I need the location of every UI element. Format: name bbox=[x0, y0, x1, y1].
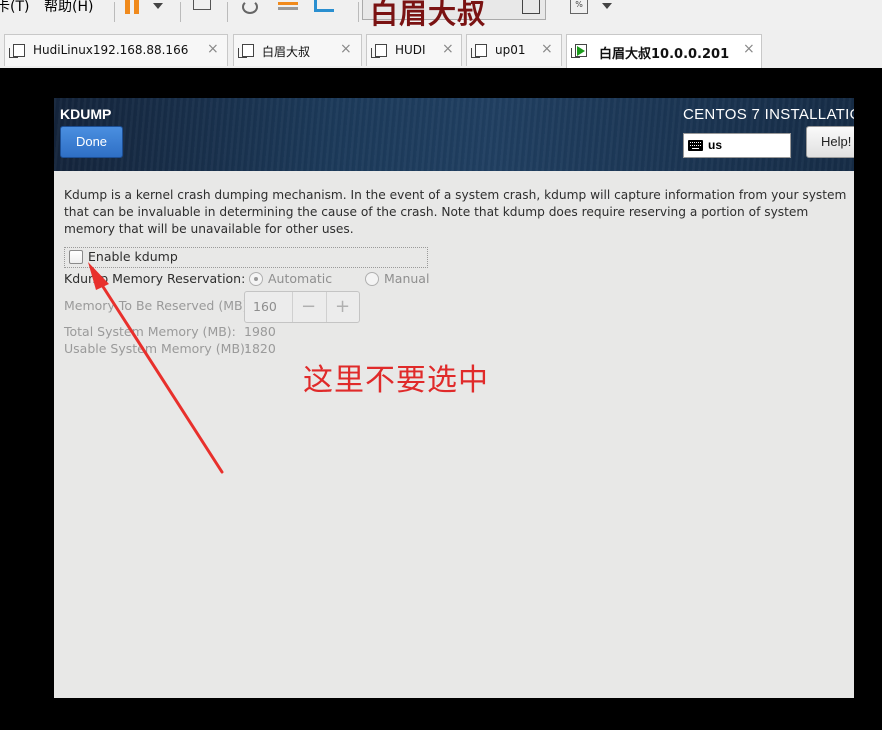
menu-tab[interactable]: 卡(T) bbox=[0, 0, 29, 16]
memory-reserved-value: 160 bbox=[253, 299, 277, 314]
zoom-icon[interactable]: % bbox=[570, 0, 588, 14]
usable-memory-label: Usable System Memory (MB): bbox=[64, 341, 250, 356]
close-icon[interactable]: × bbox=[743, 41, 755, 57]
toolbar-separator bbox=[227, 2, 228, 22]
vm-tab-icon bbox=[238, 44, 254, 58]
toolbar-separator bbox=[358, 2, 359, 22]
keyboard-layout-text: us bbox=[708, 138, 723, 152]
increment-button[interactable]: + bbox=[335, 296, 350, 317]
installer-header: KDUMP Done CENTOS 7 INSTALLATION us Help… bbox=[54, 98, 854, 171]
toolbar-separator bbox=[180, 2, 181, 22]
done-button[interactable]: Done bbox=[60, 126, 123, 158]
radio-automatic[interactable] bbox=[249, 272, 263, 286]
tab-label: up01 bbox=[495, 43, 526, 57]
snapshot-manager-icon[interactable] bbox=[314, 0, 334, 12]
radio-selected-dot bbox=[254, 277, 258, 281]
menu-help[interactable]: 帮助(H) bbox=[44, 0, 93, 16]
total-memory-label: Total System Memory (MB): bbox=[64, 324, 236, 339]
tab-hudilinux[interactable]: HudiLinux192.168.88.166 × bbox=[4, 34, 228, 66]
page-title: KDUMP bbox=[60, 106, 112, 122]
vm-tab-icon bbox=[9, 44, 25, 58]
tab-label: 白眉大叔 bbox=[262, 45, 311, 59]
usable-memory-value: 1820 bbox=[244, 341, 276, 356]
revert-snapshot-icon[interactable] bbox=[278, 2, 298, 10]
memory-reservation-label: Kdump Memory Reservation: bbox=[64, 271, 246, 286]
memory-reserved-label: Memory To Be Reserved (MB): bbox=[64, 298, 252, 313]
watermark: 白眉大叔 bbox=[370, 0, 487, 30]
chevron-down-icon[interactable] bbox=[153, 3, 163, 9]
enable-kdump-row[interactable]: Enable kdump bbox=[64, 247, 428, 268]
keyboard-layout-indicator[interactable]: us bbox=[683, 133, 791, 158]
tab-label: HUDI bbox=[395, 43, 426, 57]
radio-automatic-label: Automatic bbox=[268, 271, 333, 286]
play-icon bbox=[577, 46, 585, 56]
close-icon[interactable]: × bbox=[340, 41, 352, 57]
product-title: CENTOS 7 INSTALLATION bbox=[683, 106, 854, 123]
tab-up01[interactable]: up01 × bbox=[466, 34, 562, 66]
annotation-text: 这里不要选中 bbox=[303, 363, 489, 398]
close-icon[interactable]: × bbox=[442, 41, 454, 57]
pause-icon-bar bbox=[134, 0, 139, 14]
radio-manual[interactable] bbox=[365, 272, 379, 286]
tab-label: 白眉大叔10.0.0.201 bbox=[599, 47, 730, 62]
total-memory-value: 1980 bbox=[244, 324, 276, 339]
tab-baimeidashu[interactable]: 白眉大叔 × bbox=[233, 34, 362, 66]
close-icon[interactable]: × bbox=[541, 41, 553, 57]
snapshot-icon[interactable] bbox=[242, 0, 258, 14]
kdump-description: Kdump is a kernel crash dumping mechanis… bbox=[64, 188, 847, 236]
chevron-down-icon[interactable] bbox=[602, 3, 612, 9]
help-button[interactable]: Help! bbox=[806, 126, 854, 158]
close-icon[interactable]: × bbox=[207, 41, 219, 57]
keyboard-icon bbox=[688, 140, 703, 151]
spinner-divider bbox=[326, 292, 327, 322]
spinner-divider bbox=[292, 292, 293, 322]
vm-tab-icon bbox=[471, 44, 487, 58]
decrement-button[interactable]: − bbox=[301, 296, 316, 317]
enable-kdump-label: Enable kdump bbox=[88, 249, 178, 264]
tab-hudi[interactable]: HUDI × bbox=[366, 34, 462, 66]
tab-baimeidashu-10-0-0-201[interactable]: 白眉大叔10.0.0.201 × bbox=[566, 34, 762, 69]
vm-tab-icon bbox=[371, 44, 387, 58]
tab-label: HudiLinux192.168.88.166 bbox=[33, 43, 189, 57]
send-keys-icon[interactable] bbox=[193, 0, 211, 10]
pause-icon[interactable] bbox=[125, 0, 130, 14]
console-icon[interactable] bbox=[522, 0, 540, 14]
vm-toolbar: 卡(T) 帮助(H) % 白眉大叔 bbox=[0, 0, 882, 31]
enable-kdump-checkbox[interactable] bbox=[69, 250, 83, 264]
memory-reserved-spinner[interactable]: 160 − + bbox=[244, 291, 360, 323]
toolbar-separator bbox=[114, 2, 115, 22]
radio-manual-label: Manual bbox=[384, 271, 430, 286]
